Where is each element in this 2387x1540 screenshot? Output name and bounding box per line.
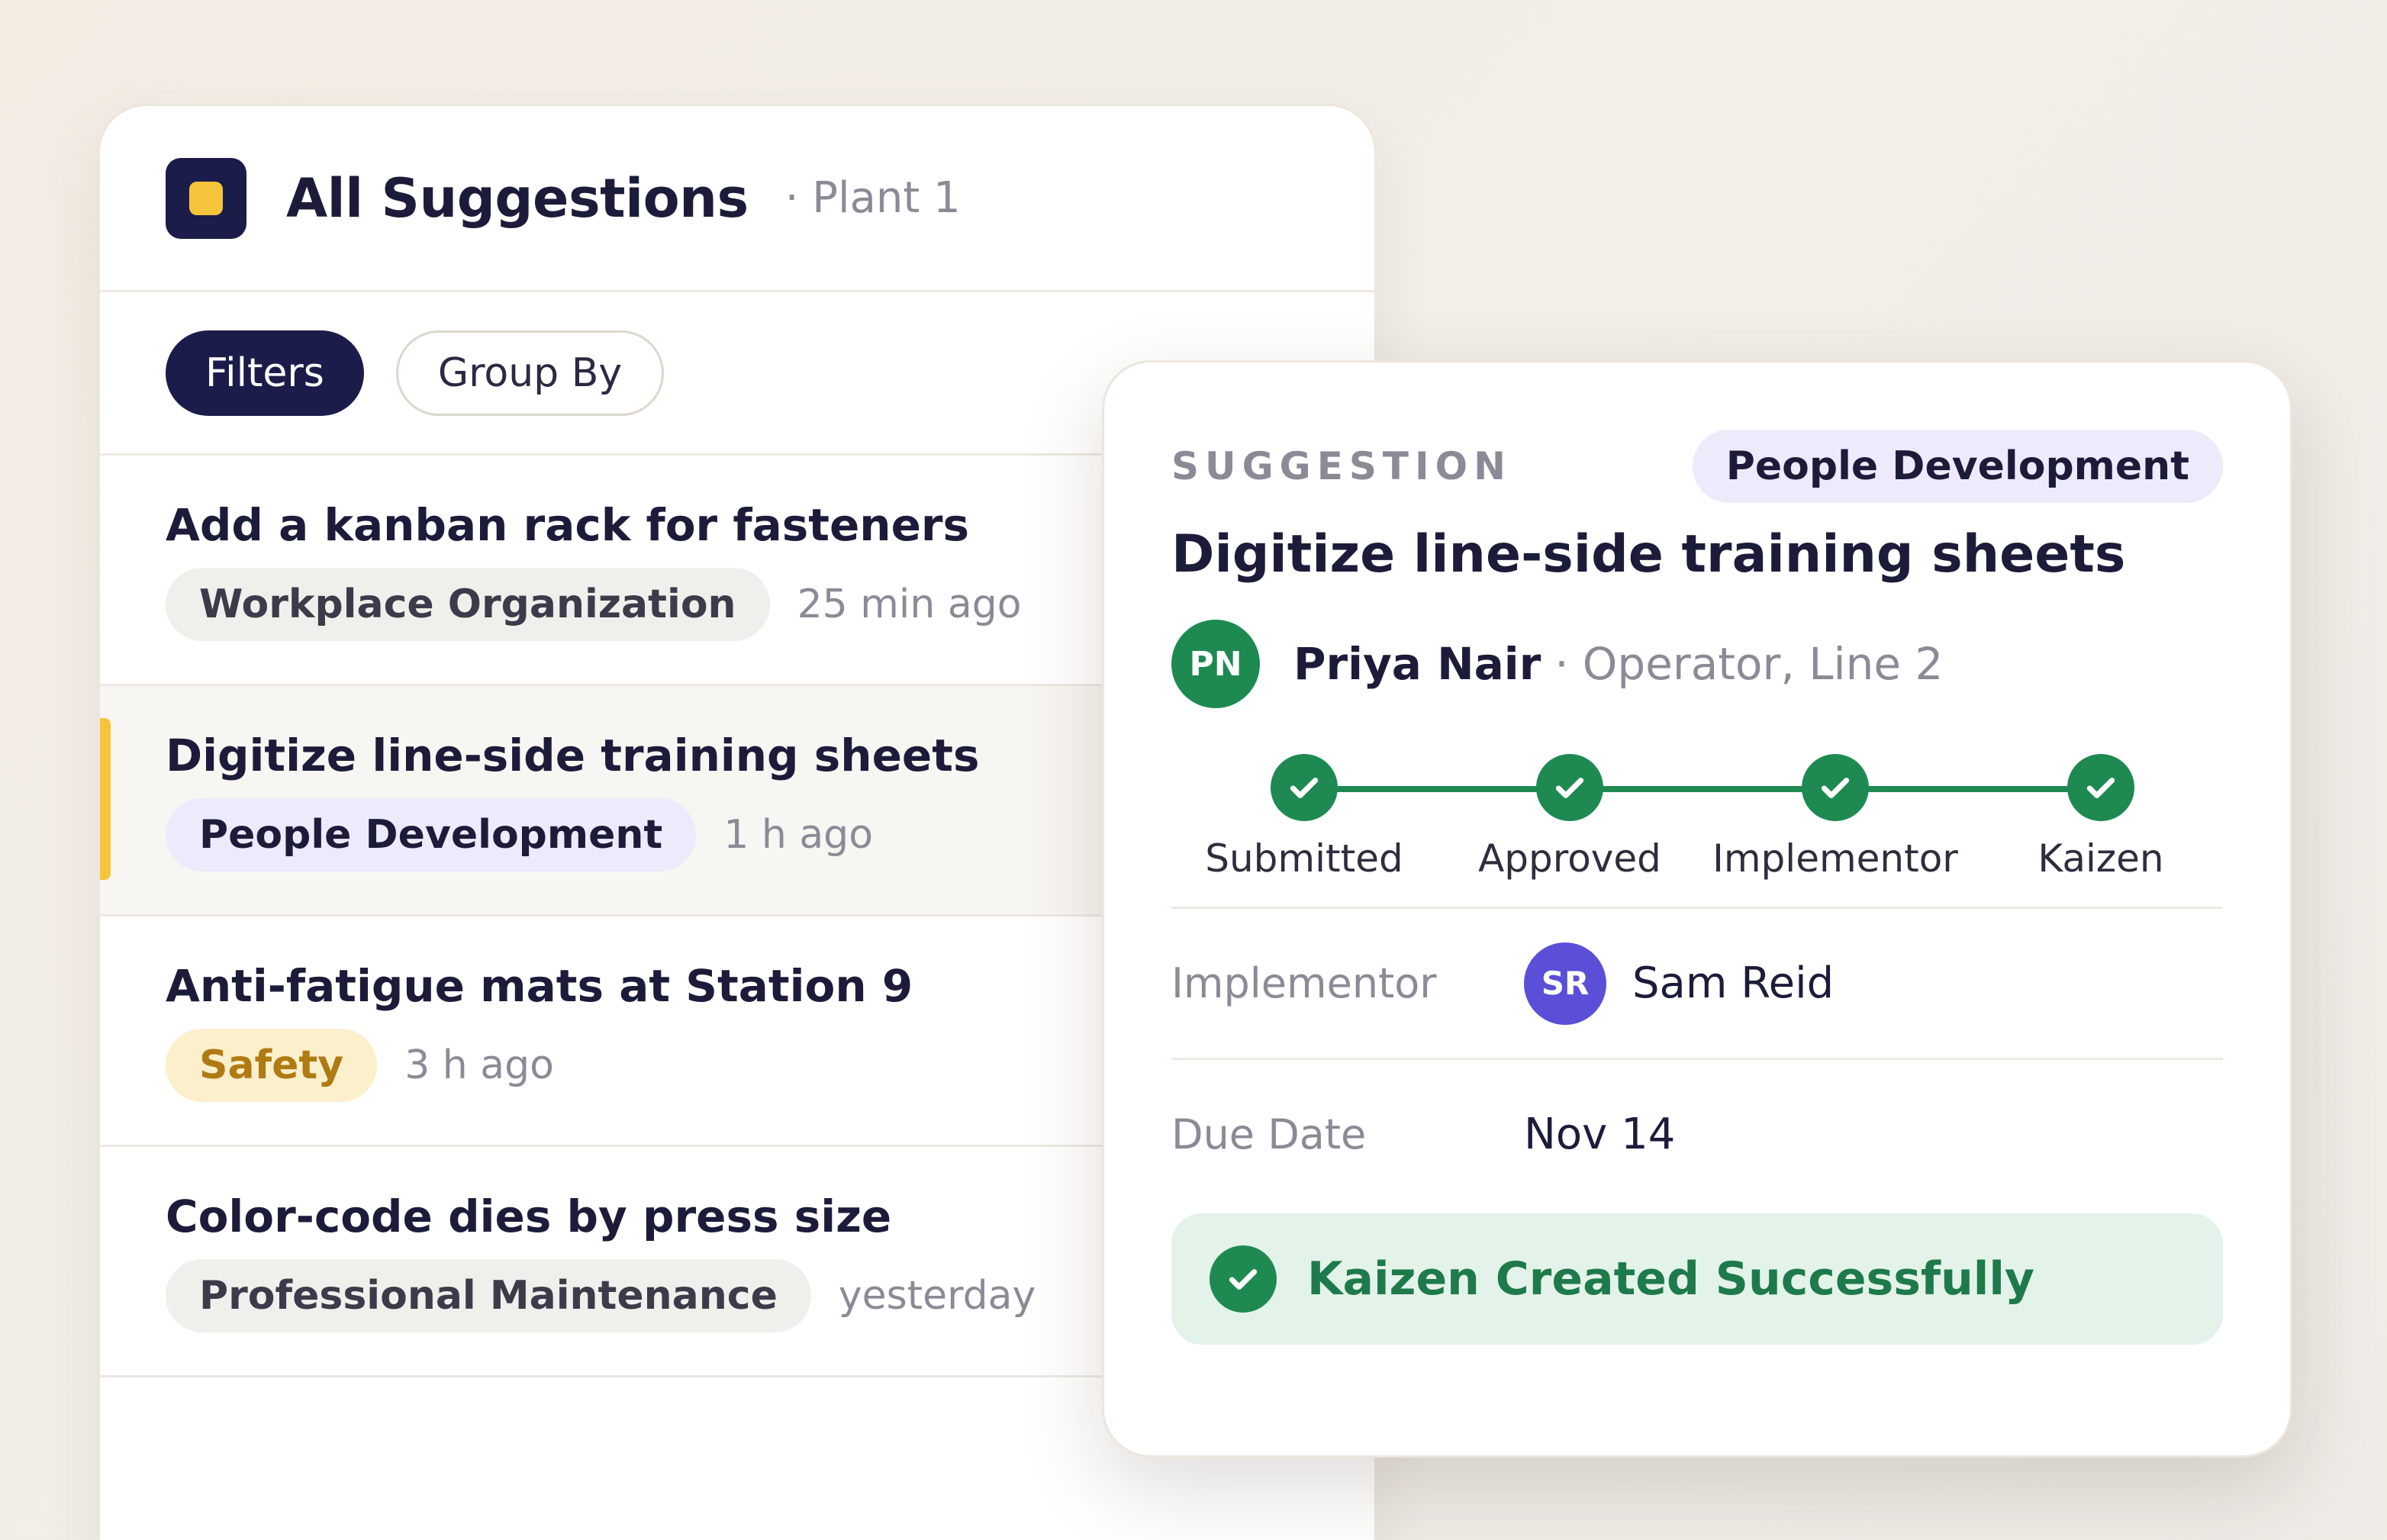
check-icon	[2067, 754, 2134, 821]
category-tag: Safety	[166, 1028, 378, 1102]
success-message: Kaizen Created Successfully	[1307, 1252, 2035, 1306]
due-date-value: Nov 14	[1524, 1110, 1676, 1159]
step-label: Kaizen	[2037, 836, 2164, 881]
author-role: Operator, Line 2	[1582, 638, 1944, 690]
filters-button[interactable]: Filters	[166, 330, 364, 416]
timestamp: yesterday	[838, 1272, 1036, 1319]
plant-label: · Plant 1	[784, 173, 961, 223]
detail-title: Digitize line-side training sheets	[1171, 524, 2126, 585]
author-separator: ·	[1554, 638, 1569, 690]
due-date-row: Due Date Nov 14	[1171, 1058, 2223, 1209]
step-label: Submitted	[1205, 836, 1403, 881]
author-name: Priya Nair	[1293, 638, 1541, 690]
step-label: Approved	[1478, 836, 1661, 881]
timestamp: 1 h ago	[723, 811, 874, 858]
progress-stepper: Submitted Approved Implementor Kaizen	[1171, 754, 2223, 907]
success-banner: Kaizen Created Successfully	[1171, 1213, 2223, 1345]
step-kaizen: Kaizen	[1963, 754, 2238, 881]
detail-eyebrow: SUGGESTION	[1171, 444, 1512, 488]
group-by-button[interactable]: Group By	[395, 330, 665, 416]
implementor-row: Implementor SR Sam Reid	[1171, 907, 2223, 1058]
step-implementor: Implementor	[1698, 754, 1973, 881]
implementor-label: Implementor	[1171, 959, 1437, 1007]
avatar: PN	[1171, 620, 1260, 708]
check-icon	[1802, 754, 1869, 821]
detail-header: SUGGESTION People Development	[1171, 417, 2223, 515]
app-logo-dot	[189, 181, 223, 215]
timestamp: 3 h ago	[404, 1042, 554, 1088]
author-row: PN Priya Nair · Operator, Line 2	[1171, 620, 2223, 708]
list-header: All Suggestions · Plant 1	[100, 106, 1374, 292]
check-icon	[1271, 754, 1338, 821]
timestamp: 25 min ago	[797, 581, 1022, 627]
due-date-label: Due Date	[1171, 1110, 1367, 1158]
suggestion-detail-card: SUGGESTION People Development Digitize l…	[1102, 360, 2292, 1458]
category-tag: Workplace Organization	[166, 567, 770, 641]
page-title: All Suggestions	[286, 166, 749, 230]
implementor-name: Sam Reid	[1632, 958, 1835, 1008]
app-logo-icon	[166, 157, 246, 239]
category-tag: Professional Maintenance	[166, 1258, 811, 1332]
step-approved: Approved	[1432, 754, 1707, 881]
category-tag: People Development	[166, 797, 697, 871]
category-tag: People Development	[1692, 430, 2223, 503]
avatar: SR	[1524, 942, 1606, 1025]
check-icon	[1536, 754, 1603, 821]
step-submitted: Submitted	[1167, 754, 1442, 881]
check-circle-icon	[1210, 1245, 1277, 1313]
selected-indicator	[100, 718, 111, 880]
step-label: Implementor	[1712, 836, 1958, 881]
